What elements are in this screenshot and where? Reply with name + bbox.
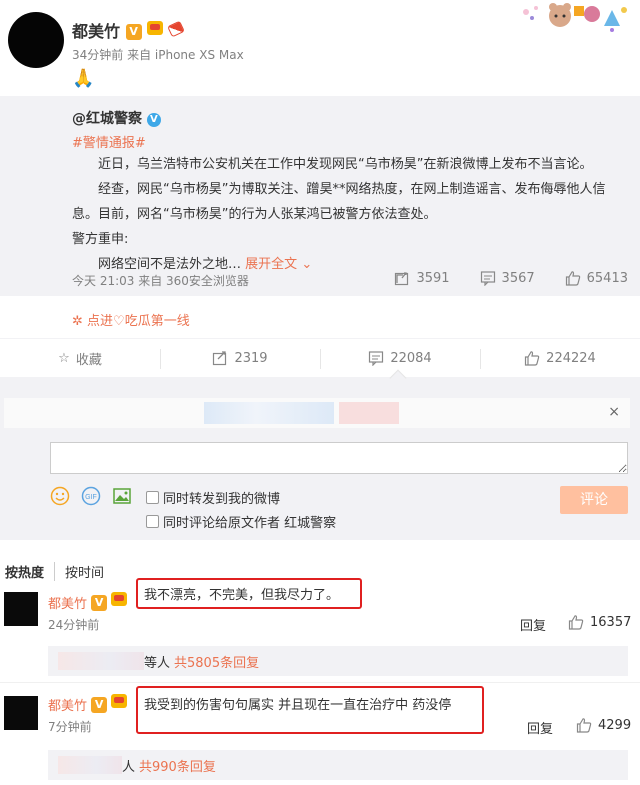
- decoration-card-icon: [523, 3, 627, 32]
- chevron-down-icon: ⌄: [301, 257, 313, 272]
- thumbs-up-icon: [568, 615, 584, 630]
- avatar[interactable]: [4, 592, 38, 626]
- comment-text: 我受到的伤害句句属实 并且现在一直在治疗中 药没停: [136, 686, 484, 734]
- expand-link[interactable]: 展开全文 ⌄: [245, 257, 312, 272]
- thumbs-up-icon: [565, 271, 580, 286]
- blurred-usernames: [58, 756, 122, 774]
- repost-button[interactable]: 2319: [160, 339, 320, 377]
- repost-meta: 今天 21:03 来自 360安全浏览器: [72, 274, 249, 288]
- comment-icon: [369, 351, 384, 366]
- image-icon[interactable]: [112, 486, 132, 506]
- topic-tag[interactable]: #警情通报#: [72, 132, 146, 151]
- forward-icon: [213, 351, 227, 366]
- blurred-notice: [204, 402, 334, 424]
- notice-banner: ×: [4, 398, 630, 428]
- gif-icon[interactable]: GIF: [81, 486, 101, 506]
- tab-hot[interactable]: 按热度: [5, 562, 56, 581]
- view-replies-link[interactable]: 共5805条回复: [174, 656, 259, 671]
- reply-button[interactable]: 回复: [527, 718, 553, 737]
- action-bar: ☆ 收藏 2319 22084 224224: [0, 338, 640, 378]
- thumbs-up-icon: [576, 718, 592, 733]
- repost-comment-button[interactable]: 3567: [480, 270, 535, 286]
- vip-crown-icon: [147, 21, 164, 35]
- repost-author[interactable]: @红城警察: [72, 111, 142, 127]
- source-link[interactable]: ✲ 点进♡吃瓜第一线: [72, 310, 190, 329]
- thumbs-up-icon: [525, 351, 540, 366]
- comment-time: 24分钟前: [48, 618, 100, 632]
- repost-para2: 经查，网民“乌市杨昊”为博取关注、蹭昊**网络热度，在网上制造谣言、发布侮辱他人…: [72, 182, 606, 222]
- option-repost[interactable]: 同时转发到我的微博: [146, 488, 280, 507]
- vip-crown-icon: [111, 694, 128, 708]
- option-comment-author[interactable]: 同时评论给原文作者 红城警察: [146, 512, 336, 531]
- blue-verified-icon: V: [146, 113, 161, 127]
- blurred-usernames: [58, 652, 144, 670]
- verified-v-icon: V: [125, 24, 142, 40]
- like-button[interactable]: 224224: [480, 339, 640, 377]
- sort-tabs: 按热度 按时间: [5, 562, 104, 581]
- username[interactable]: 都美竹: [72, 22, 120, 41]
- comment-like-button[interactable]: 16357: [568, 614, 631, 630]
- svg-text:GIF: GIF: [85, 494, 97, 501]
- checkbox[interactable]: [146, 491, 159, 504]
- view-replies-link[interactable]: 共990条回复: [139, 760, 216, 775]
- comment-username[interactable]: 都美竹: [48, 597, 87, 612]
- verified-v-icon: V: [91, 595, 108, 611]
- checkbox[interactable]: [146, 515, 159, 528]
- avatar[interactable]: [4, 696, 38, 730]
- favorite-button[interactable]: ☆ 收藏: [0, 339, 160, 377]
- blurred-notice-2: [339, 402, 399, 424]
- star-icon: ☆: [58, 350, 70, 366]
- repost-para1: 近日，乌兰浩特市公安机关在工作中发现网民“乌市杨昊”在新浪微博上发布不当言论。: [98, 157, 593, 172]
- repost-para4: 网络空间不是法外之地…: [98, 257, 242, 272]
- sub-replies[interactable]: 等人 共5805条回复: [48, 646, 628, 676]
- comment-like-button[interactable]: 4299: [576, 717, 631, 733]
- divider: [0, 682, 640, 683]
- flower-icon: ✲: [72, 314, 83, 329]
- post-meta: 34分钟前 来自 iPhone XS Max: [72, 48, 244, 62]
- comment-input[interactable]: [50, 442, 628, 474]
- repost-forward-button[interactable]: 3591: [394, 270, 450, 286]
- reply-button[interactable]: 回复: [520, 615, 546, 634]
- comment-time: 7分钟前: [48, 720, 92, 734]
- medal-icon: [166, 20, 185, 38]
- tab-time[interactable]: 按时间: [55, 562, 104, 581]
- repost-para3: 警方重申:: [72, 232, 129, 247]
- comment-username[interactable]: 都美竹: [48, 699, 87, 714]
- repost-like-button[interactable]: 65413: [565, 270, 628, 286]
- comment-icon: [480, 271, 495, 286]
- close-icon[interactable]: ×: [608, 404, 620, 420]
- verified-v-icon: V: [91, 697, 108, 713]
- submit-comment-button[interactable]: 评论: [560, 486, 628, 514]
- forward-icon: [395, 272, 409, 286]
- repost-text: 近日，乌兰浩特市公安机关在工作中发现网民“乌市杨昊”在新浪微博上发布不当言论。 …: [72, 152, 622, 277]
- emoji-icon[interactable]: [50, 486, 70, 506]
- avatar[interactable]: [8, 12, 64, 68]
- pray-emoji: 🙏: [72, 68, 95, 89]
- comment-text: 我不漂亮，不完美，但我尽力了。: [136, 578, 362, 609]
- vip-crown-icon: [111, 592, 128, 606]
- repost-stats: 3591 3567 65413: [394, 270, 628, 286]
- sub-replies[interactable]: 人共990条回复: [48, 750, 628, 780]
